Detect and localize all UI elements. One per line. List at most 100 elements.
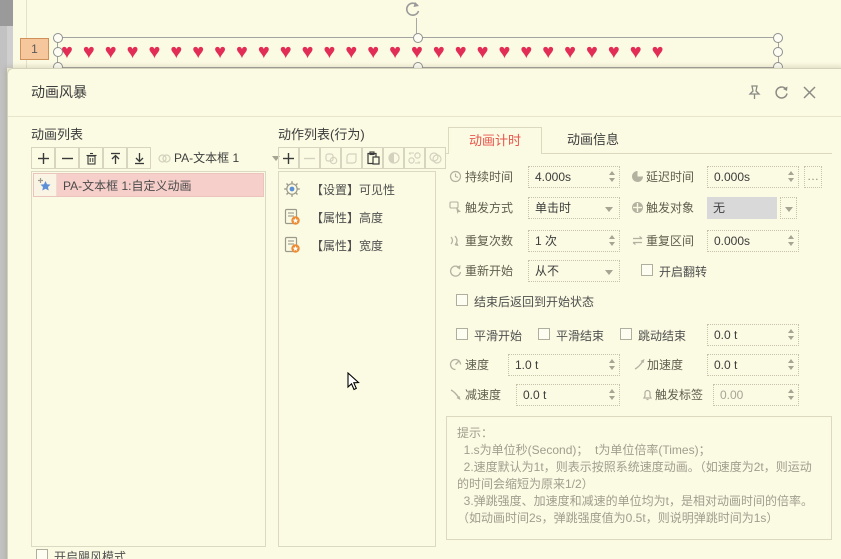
- handle-top-left[interactable]: [53, 33, 63, 43]
- return-to-start-checkbox[interactable]: [456, 294, 468, 306]
- delay-input[interactable]: 0.000s: [707, 166, 799, 188]
- move-to-bottom-button[interactable]: [127, 147, 151, 169]
- tips-line-2: 2.速度默认为1t，则表示按照系统速度动画。（如速度为2t，则运动的时间会缩短为…: [457, 460, 812, 491]
- tips-title: 提示：: [457, 426, 494, 440]
- smooth-end-checkbox[interactable]: [538, 328, 550, 340]
- restart-select[interactable]: 从不: [528, 260, 620, 282]
- linked-circles-icon: [157, 153, 171, 163]
- speed-input[interactable]: 1.0 t: [508, 354, 620, 376]
- panel-title: 动画风暴: [31, 84, 87, 100]
- delete-animation-button[interactable]: [79, 147, 103, 169]
- handle-top-right[interactable]: [773, 33, 783, 43]
- minus-icon: [61, 157, 73, 159]
- paste-action-button[interactable]: [362, 147, 383, 169]
- action-list-item[interactable]: 【属性】高度: [283, 204, 433, 230]
- trigger-tag-bell-icon: [641, 388, 654, 401]
- swap-circles-icon: [408, 152, 421, 164]
- handle-top-mid[interactable]: [413, 33, 423, 43]
- close-button[interactable]: [801, 84, 818, 101]
- speed-spinner[interactable]: [609, 359, 615, 370]
- animation-target-select[interactable]: PA-文本框 1: [174, 147, 280, 169]
- refresh-button[interactable]: [773, 84, 790, 101]
- add-action-button[interactable]: [278, 147, 299, 169]
- window-edge-strip: [0, 0, 7, 559]
- half-filled-circle-icon: [387, 152, 400, 164]
- remove-animation-button[interactable]: [55, 147, 79, 169]
- heart-textbox[interactable]: ♥♥♥♥♥♥♥♥♥♥♥♥♥♥♥♥♥♥♥♥♥♥♥♥♥♥♥♥: [61, 40, 775, 64]
- merge-shape-button-disabled: [341, 147, 362, 169]
- repeat-interval-value: 0.000s: [714, 234, 751, 248]
- deceleration-input[interactable]: 0.0 t: [516, 384, 620, 406]
- delay-spinner[interactable]: [788, 171, 794, 182]
- animation-storm-panel: 动画风暴 动画列表 PA-文本框 1 PA-文本框 1:自定义动画 动作列表(行…: [7, 68, 841, 559]
- trigger-mode-label: 触发方式: [465, 201, 514, 215]
- restart-icon: [449, 264, 462, 277]
- smooth-end-label[interactable]: 平滑结束: [556, 327, 604, 344]
- acceleration-input[interactable]: 0.0 t: [707, 354, 799, 376]
- hurricane-mode-label[interactable]: 开启飓风模式: [54, 548, 126, 559]
- delay-more-button[interactable]: …: [804, 166, 822, 188]
- deceleration-spinner[interactable]: [609, 389, 615, 400]
- acceleration-spinner[interactable]: [788, 359, 794, 370]
- trigger-target-label: 触发对象: [646, 201, 695, 215]
- custom-animation-star-icon: [34, 174, 57, 196]
- property-document-icon: [284, 208, 300, 225]
- property-document-icon: [284, 236, 300, 253]
- mouse-cursor: [347, 372, 361, 392]
- bounce-end-spinner[interactable]: [788, 329, 794, 340]
- tab-animation-timing[interactable]: 动画计时: [448, 127, 542, 154]
- deceleration-label: 减速度: [465, 388, 502, 402]
- plus-icon: [37, 152, 49, 164]
- trigger-tag-input[interactable]: 0.00: [713, 384, 799, 406]
- bounce-end-value: 0.0 t: [714, 328, 738, 342]
- bounce-end-checkbox[interactable]: [620, 328, 632, 340]
- speed-label: 速度: [465, 358, 490, 372]
- speed-value: 1.0 t: [515, 358, 539, 372]
- smooth-start-checkbox[interactable]: [456, 328, 468, 340]
- smooth-start-label[interactable]: 平滑开始: [474, 327, 522, 344]
- trigger-target-icon: [631, 201, 644, 214]
- animation-target-value: PA-文本框 1: [174, 151, 240, 165]
- acceleration-value: 0.0 t: [714, 358, 738, 372]
- duration-input[interactable]: 4.000s: [528, 166, 620, 188]
- repeat-interval-input[interactable]: 0.000s: [707, 230, 799, 252]
- return-to-start-label[interactable]: 结束后返回到开始状态: [474, 293, 594, 310]
- trigger-tag-spinner[interactable]: [788, 389, 794, 400]
- duration-spinner[interactable]: [609, 171, 615, 182]
- link-animation-button-disabled: [153, 147, 175, 169]
- hurricane-mode-checkbox[interactable]: [36, 549, 48, 559]
- action-list-title: 动作列表(行为): [278, 127, 365, 142]
- handle-mid-left[interactable]: [53, 47, 63, 57]
- pin-button[interactable]: [746, 84, 763, 101]
- add-animation-button[interactable]: [31, 147, 55, 169]
- animation-list-item[interactable]: PA-文本框 1:自定义动画: [33, 173, 264, 197]
- acceleration-icon: [633, 358, 646, 371]
- action-list-item[interactable]: 【设置】可见性: [283, 176, 433, 202]
- chevron-down-icon: [605, 207, 613, 212]
- flip-checkbox-label[interactable]: 开启翻转: [659, 263, 707, 280]
- bounce-end-input[interactable]: 0.0 t: [707, 324, 799, 346]
- action-list-item-label: 【属性】高度: [311, 210, 384, 225]
- delay-label: 延迟时间: [646, 170, 695, 184]
- animation-order-badge[interactable]: 1: [20, 38, 49, 60]
- action-list-item[interactable]: 【属性】宽度: [283, 232, 433, 258]
- trigger-mode-select[interactable]: 单击时: [528, 197, 620, 219]
- trigger-tag-value: 0.00: [720, 388, 744, 402]
- move-to-top-button[interactable]: [103, 147, 127, 169]
- animation-list-item-label: PA-文本框 1:自定义动画: [63, 178, 192, 193]
- repeat-count-spinner[interactable]: [609, 235, 615, 246]
- trigger-target-dropdown-button[interactable]: [780, 197, 797, 219]
- restart-value: 从不: [535, 264, 560, 278]
- handle-mid-right[interactable]: [773, 47, 783, 57]
- group-action-button-disabled: [320, 147, 341, 169]
- repeat-count-value: 1 次: [535, 234, 558, 248]
- flip-checkbox[interactable]: [641, 264, 653, 276]
- trigger-mode-icon: [449, 201, 462, 214]
- repeat-count-input[interactable]: 1 次: [528, 230, 620, 252]
- tab-animation-info[interactable]: 动画信息: [553, 127, 633, 153]
- rotate-handle-icon[interactable]: [403, 0, 422, 19]
- trigger-target-select[interactable]: 无: [707, 197, 777, 219]
- trigger-tag-label: 触发标签: [655, 388, 704, 402]
- repeat-interval-spinner[interactable]: [788, 235, 794, 246]
- bounce-end-label[interactable]: 跳动结束: [638, 327, 686, 344]
